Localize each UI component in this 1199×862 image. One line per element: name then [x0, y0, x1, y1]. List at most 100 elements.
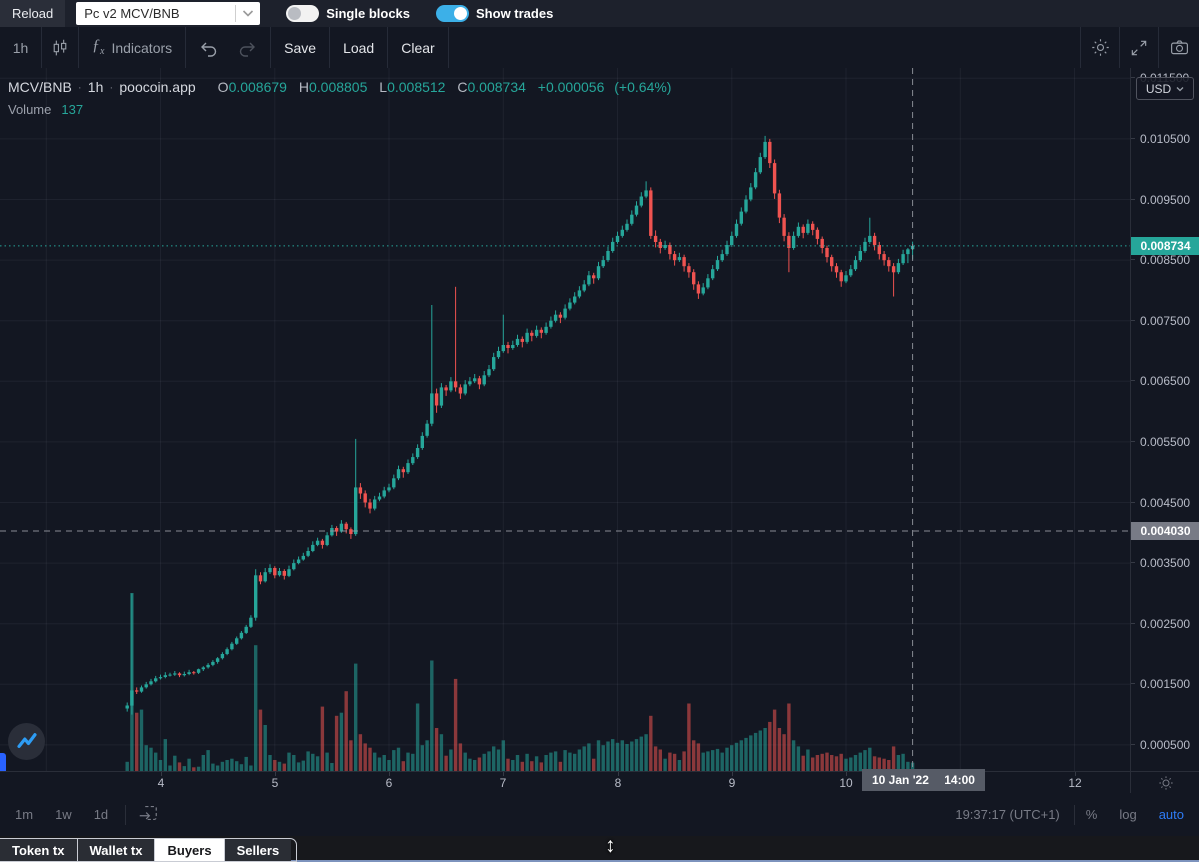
volume-bar: [278, 762, 281, 771]
candle-body: [368, 503, 371, 509]
volume-bar: [268, 755, 271, 771]
single-blocks-toggle[interactable]: [286, 5, 319, 22]
candle-body: [492, 357, 495, 369]
resize-handle[interactable]: ↕: [605, 834, 616, 858]
candle-body: [145, 684, 148, 687]
tab-wallet-tx[interactable]: Wallet tx: [78, 839, 156, 861]
candle-body: [187, 672, 190, 674]
tab-sellers[interactable]: Sellers: [225, 839, 292, 861]
redo-button[interactable]: [228, 27, 270, 68]
volume-bar: [535, 756, 538, 771]
percent-scale-button[interactable]: %: [1075, 807, 1109, 822]
show-trades-toggle[interactable]: [436, 5, 469, 22]
legend-symbol[interactable]: MCV/BNB: [8, 79, 72, 95]
candle-body: [473, 378, 476, 381]
fullscreen-button[interactable]: [1120, 27, 1158, 68]
candle-body: [692, 272, 695, 284]
volume-bar: [721, 753, 724, 771]
candle-body: [711, 269, 714, 278]
candle-body: [887, 260, 890, 266]
candle-body: [183, 674, 186, 675]
camera-icon: [1169, 37, 1190, 58]
toggle-knob: [288, 7, 301, 20]
load-button[interactable]: Load: [330, 27, 387, 68]
chart-pane[interactable]: MCV/BNB · 1h · poocoin.app O0.008679 H0.…: [0, 68, 1130, 771]
range-1w-button[interactable]: 1w: [44, 807, 83, 822]
range-1d-button[interactable]: 1d: [83, 807, 119, 822]
volume-bar: [378, 758, 381, 772]
volume-bar: [178, 762, 181, 771]
volume-bar: [473, 760, 476, 771]
price-tick-label: 0.006500: [1131, 374, 1199, 388]
currency-selector[interactable]: USD: [1136, 77, 1194, 100]
goto-date-button[interactable]: [126, 802, 170, 827]
candle-body: [392, 478, 395, 487]
range-1m-button[interactable]: 1m: [4, 807, 44, 822]
volume-bar: [387, 760, 390, 771]
chart-style-button[interactable]: [42, 27, 78, 68]
price-axis[interactable]: 0.0115000.0105000.0095000.0085000.007500…: [1130, 68, 1199, 771]
candle-body: [378, 497, 381, 500]
volume-bar: [373, 753, 376, 771]
candle-body: [721, 254, 724, 260]
candle-body: [345, 524, 348, 530]
auto-scale-button[interactable]: auto: [1148, 807, 1195, 822]
candle-body: [654, 236, 657, 242]
candle-body: [264, 572, 267, 581]
tab-token-tx[interactable]: Token tx: [0, 839, 78, 861]
volume-bar: [740, 740, 743, 771]
candle-body: [140, 687, 143, 691]
tradingview-logo-button[interactable]: [8, 723, 45, 760]
brightness-icon: [1156, 773, 1176, 793]
candle-body: [373, 500, 376, 509]
candle-body: [154, 678, 157, 681]
undo-icon: [198, 39, 220, 57]
close-value: 0.008734: [468, 79, 526, 95]
candle-body: [478, 378, 481, 384]
volume-bar: [616, 743, 619, 771]
candle-body: [811, 224, 814, 230]
candle-body: [164, 675, 167, 677]
volume-bar: [411, 754, 414, 771]
volume-bar: [287, 753, 290, 771]
volume-bar: [273, 760, 276, 771]
fx-icon: ƒx: [92, 37, 104, 57]
indicators-button[interactable]: ƒx Indicators: [79, 27, 185, 68]
candle-body: [868, 236, 871, 242]
volume-bar: [768, 722, 771, 771]
legend-interval: 1h: [88, 79, 104, 95]
pair-select[interactable]: Pc v2 MCV/BNB: [76, 2, 260, 25]
volume-bar: [316, 756, 319, 771]
candle-body: [230, 644, 233, 650]
pair-select-value: Pc v2 MCV/BNB: [76, 6, 235, 21]
clock[interactable]: 19:37:17 (UTC+1): [941, 807, 1073, 822]
candle-body: [411, 457, 414, 463]
candle-body: [464, 384, 467, 393]
candle-body: [268, 568, 271, 572]
candle-body: [611, 242, 614, 251]
candle-body: [444, 387, 447, 390]
save-button[interactable]: Save: [271, 27, 329, 68]
reload-button[interactable]: Reload: [0, 0, 65, 27]
log-scale-button[interactable]: log: [1108, 807, 1147, 822]
volume-bar: [440, 734, 443, 771]
candle-body: [773, 163, 776, 193]
axis-settings-corner[interactable]: [1130, 771, 1199, 794]
candle-body: [245, 627, 248, 633]
tab-buyers[interactable]: Buyers: [155, 839, 224, 861]
screenshot-button[interactable]: [1159, 27, 1199, 68]
volume-bar: [487, 751, 490, 771]
settings-button[interactable]: [1081, 27, 1119, 68]
undo-button[interactable]: [186, 27, 228, 68]
candle-body: [206, 665, 209, 667]
interval-button[interactable]: 1h: [0, 27, 41, 68]
candle-body: [744, 200, 747, 212]
volume-bar: [835, 756, 838, 771]
candle-body: [849, 269, 852, 275]
clear-button[interactable]: Clear: [388, 27, 447, 68]
volume-value: 137: [61, 102, 83, 117]
volume-bar: [892, 746, 895, 771]
time-axis[interactable]: 456789101112 10 Jan '22 14:00: [0, 771, 1130, 794]
chevron-down-icon: [235, 5, 260, 22]
volume-bar: [840, 754, 843, 771]
